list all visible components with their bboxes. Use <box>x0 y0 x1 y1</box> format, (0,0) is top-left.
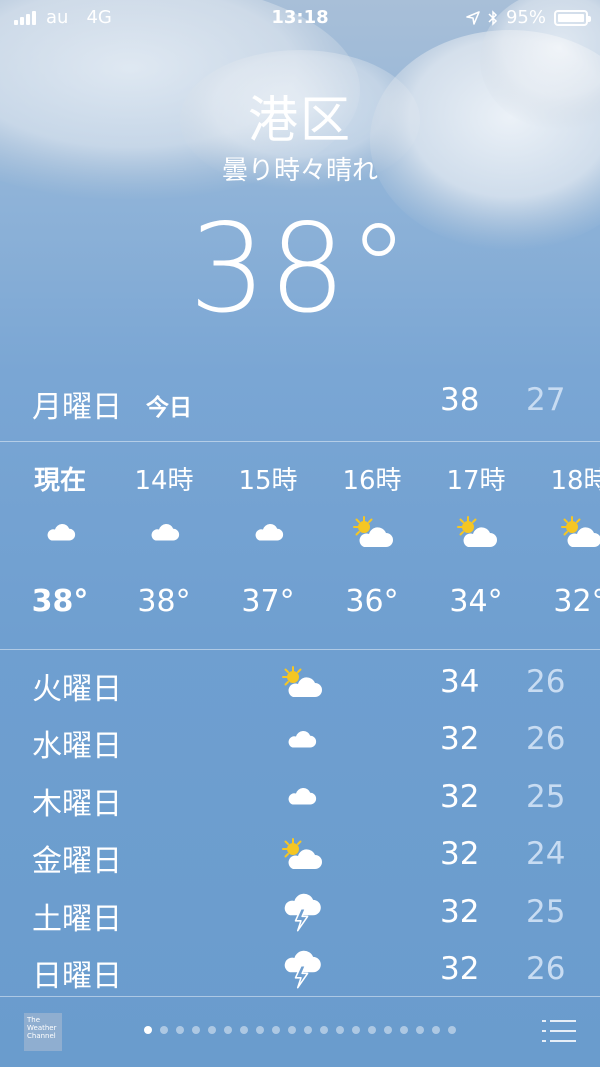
location-arrow-icon <box>466 10 480 25</box>
daily-day: 水曜日 <box>32 729 122 765</box>
daily-row: 日曜日 32 26 <box>0 941 600 998</box>
page-dot[interactable] <box>448 1026 456 1034</box>
daily-low: 26 <box>526 950 566 987</box>
cloud-icon <box>276 777 326 817</box>
daily-high: 32 <box>440 778 480 815</box>
page-dot[interactable] <box>256 1026 264 1034</box>
today-low: 27 <box>526 382 566 418</box>
daily-high: 32 <box>440 721 480 758</box>
page-dot[interactable] <box>336 1026 344 1034</box>
hourly-temp: 36° <box>345 584 399 619</box>
daily-low: 25 <box>526 893 566 930</box>
page-dot[interactable] <box>416 1026 424 1034</box>
cloud-icon <box>5 502 115 562</box>
today-row: 月曜日 今日 38 27 <box>0 378 600 438</box>
bottom-toolbar: The Weather Channel <box>0 996 600 1067</box>
page-dot[interactable] <box>320 1026 328 1034</box>
city-name: 港区 <box>248 91 352 149</box>
hourly-time: 現在 <box>33 466 86 496</box>
page-dot[interactable] <box>352 1026 360 1034</box>
hourly-item: 現在 38° <box>5 450 115 619</box>
daily-day: 日曜日 <box>32 958 122 994</box>
daily-high: 32 <box>440 836 480 873</box>
daily-high: 32 <box>440 950 480 987</box>
page-dot[interactable] <box>224 1026 232 1034</box>
daily-row: 木曜日 32 25 <box>0 769 600 826</box>
hourly-temp: 32° <box>553 584 600 619</box>
hourly-temp: 37° <box>241 584 295 619</box>
status-bar: au 4G 13:18 95% <box>0 0 600 36</box>
hourly-temp: 38° <box>31 584 89 619</box>
daily-row: 水曜日 32 26 <box>0 711 600 768</box>
hourly-time: 17時 <box>446 466 506 496</box>
thunderstorm-icon <box>276 949 326 989</box>
hourly-temp: 38° <box>137 584 191 619</box>
daily-low: 25 <box>526 778 566 815</box>
daily-day: 火曜日 <box>32 672 122 707</box>
page-dot[interactable] <box>176 1026 184 1034</box>
status-right: 95% <box>466 7 591 28</box>
weather-condition: 曇り時々晴れ <box>221 156 378 186</box>
page-dot[interactable] <box>144 1026 152 1034</box>
page-dot[interactable] <box>368 1026 376 1034</box>
page-dot[interactable] <box>304 1026 312 1034</box>
page-indicator[interactable] <box>0 1026 600 1034</box>
cloud-icon <box>276 719 326 759</box>
page-dot[interactable] <box>160 1026 168 1034</box>
partly-sunny-icon <box>276 662 326 702</box>
thunderstorm-icon <box>276 892 326 932</box>
today-label: 今日 <box>146 395 192 421</box>
page-dot[interactable] <box>384 1026 392 1034</box>
cloud-icon <box>213 502 323 562</box>
daily-day: 金曜日 <box>32 844 122 880</box>
page-dot[interactable] <box>288 1026 296 1034</box>
hourly-item: 16時 36° <box>317 450 427 619</box>
cloud-icon <box>109 502 219 562</box>
daily-low: 26 <box>526 721 566 758</box>
hourly-time: 14時 <box>134 466 194 496</box>
city-list-icon[interactable] <box>542 1018 576 1044</box>
page-dot[interactable] <box>240 1026 248 1034</box>
daily-row: 火曜日 34 26 <box>0 654 600 711</box>
divider-bottom <box>0 649 600 650</box>
partly-sunny-icon <box>276 834 326 874</box>
daily-high: 32 <box>440 893 480 930</box>
today-day: 月曜日 <box>32 390 122 425</box>
battery-percent: 95% <box>505 7 546 28</box>
bluetooth-icon <box>488 9 498 26</box>
battery-icon <box>554 9 591 26</box>
hourly-item: 18時 32° <box>525 450 600 619</box>
partly-sunny-icon <box>317 502 427 562</box>
current-temperature: 38° <box>188 198 412 340</box>
today-high: 38 <box>440 382 480 418</box>
page-dot[interactable] <box>192 1026 200 1034</box>
page-dot[interactable] <box>432 1026 440 1034</box>
partly-sunny-icon <box>421 502 531 562</box>
daily-row: 土曜日 32 25 <box>0 884 600 941</box>
hourly-time: 18時 <box>550 466 600 496</box>
page-dot[interactable] <box>400 1026 408 1034</box>
hourly-item: 15時 37° <box>213 450 323 619</box>
page-dot[interactable] <box>272 1026 280 1034</box>
hourly-time: 16時 <box>342 466 402 496</box>
page-dot[interactable] <box>208 1026 216 1034</box>
hourly-forecast[interactable]: 現在 38° 14時 38° 15時 37° 16時 36° 17時 34° 18時 32° <box>0 450 600 646</box>
daily-day: 木曜日 <box>32 786 122 822</box>
hourly-temp: 34° <box>449 584 503 619</box>
daily-row: 金曜日 32 24 <box>0 826 600 883</box>
daily-low: 26 <box>526 664 566 700</box>
hourly-item: 14時 38° <box>109 450 219 619</box>
hourly-item: 17時 34° <box>421 450 531 619</box>
daily-day: 土曜日 <box>32 901 122 937</box>
daily-high: 34 <box>440 664 480 700</box>
divider-top <box>0 441 600 442</box>
daily-forecast[interactable]: 火曜日 34 26 水曜日 32 26 木曜日 32 25 金曜日 32 24 土曜日 32 25 日曜日 32… <box>0 654 600 998</box>
daily-low: 24 <box>526 836 566 873</box>
partly-sunny-icon <box>525 502 600 562</box>
hourly-time: 15時 <box>238 466 298 496</box>
